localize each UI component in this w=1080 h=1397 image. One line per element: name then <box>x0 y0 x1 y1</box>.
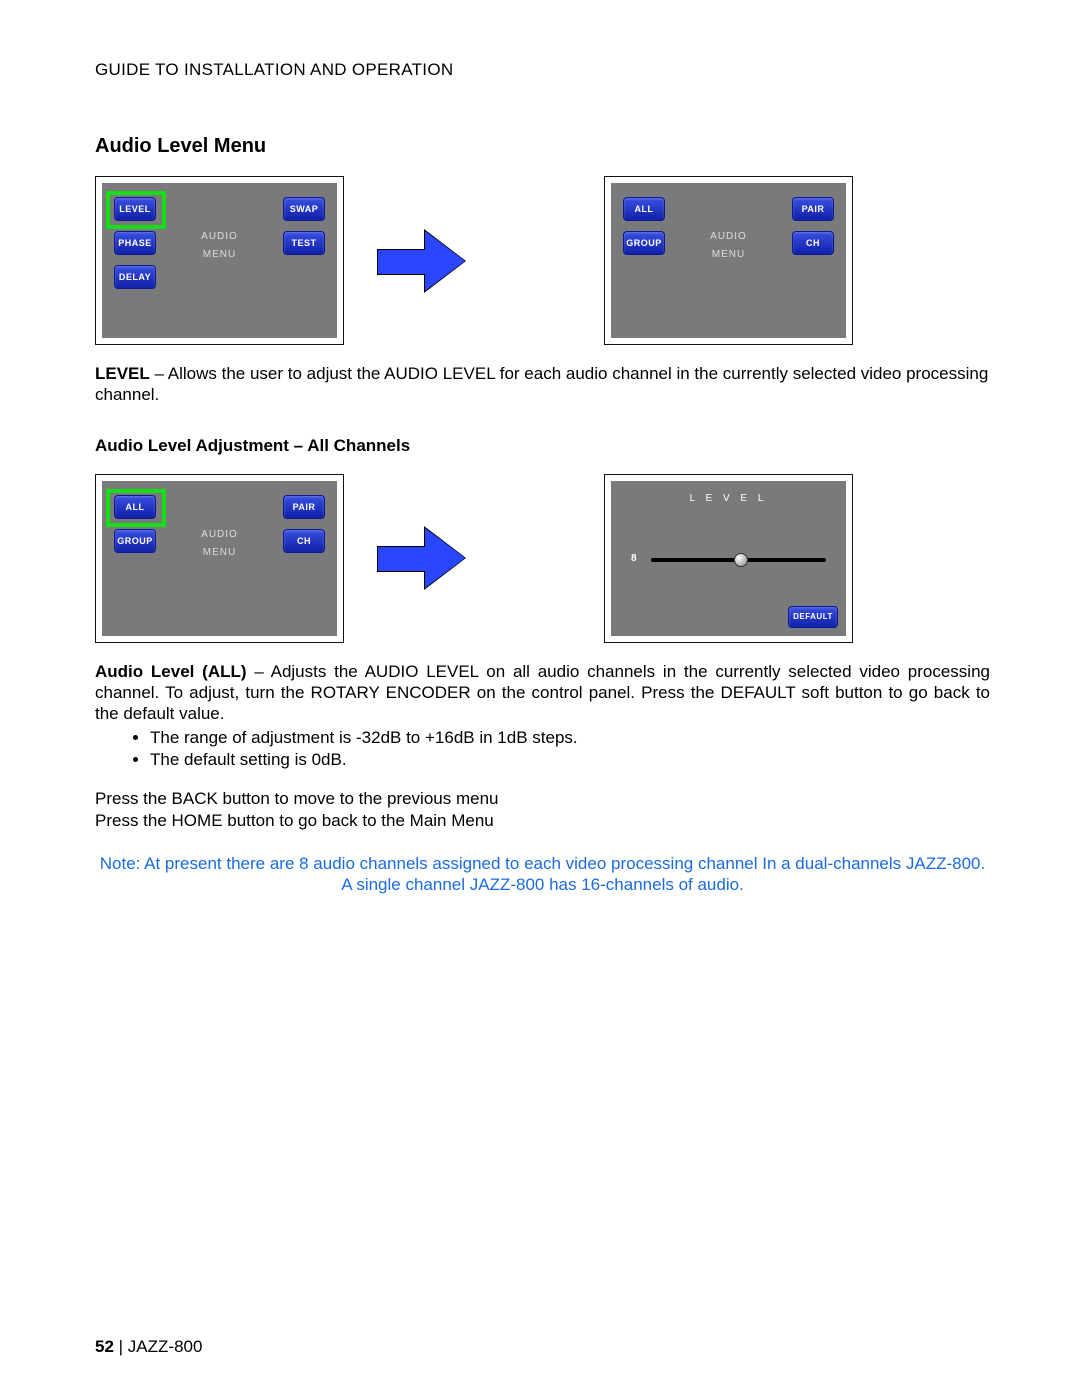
default-button[interactable]: DEFAULT <box>788 606 838 628</box>
menu-label-line1b: AUDIO <box>611 231 846 242</box>
arrow-right-1 <box>344 231 499 291</box>
menu-label-line2: MENU <box>102 249 337 260</box>
audio-level-submenu-screen: ALL GROUP PAIR CH AUDIO MENU <box>102 481 337 636</box>
screen-frame-2-right: L E V E L 8 DEFAULT <box>604 474 853 643</box>
menu-label-line1: AUDIO <box>102 231 337 242</box>
para-home: Press the HOME button to go back to the … <box>95 810 990 831</box>
bullet-default: The default setting is 0dB. <box>150 750 990 770</box>
note-text: Note: At present there are 8 audio chann… <box>95 853 990 896</box>
level-button[interactable]: LEVEL <box>114 197 156 221</box>
para-back: Press the BACK button to move to the pre… <box>95 788 990 809</box>
slider-value: 8 <box>631 553 637 564</box>
bullets: The range of adjustment is -32dB to +16d… <box>150 728 990 770</box>
screen-frame-1-right: ALL GROUP PAIR CH AUDIO MENU <box>604 176 853 345</box>
slider-title: L E V E L <box>611 493 846 504</box>
section-title: Audio Level Menu <box>95 135 990 158</box>
page-footer: 52 | JAZZ-800 <box>95 1337 202 1357</box>
screen-frame-1-left: LEVEL PHASE DELAY SWAP TEST AUDIO MENU <box>95 176 344 345</box>
para-level: LEVEL – Allows the user to adjust the AU… <box>95 363 990 406</box>
all-button[interactable]: ALL <box>623 197 665 221</box>
pair-button[interactable]: PAIR <box>792 197 834 221</box>
menu-label-line1c: AUDIO <box>102 529 337 540</box>
menu-label-line2b: MENU <box>611 249 846 260</box>
swap-button[interactable]: SWAP <box>283 197 325 221</box>
audio-menu-screen-source: LEVEL PHASE DELAY SWAP TEST AUDIO MENU <box>102 183 337 338</box>
all-button-2[interactable]: ALL <box>114 495 156 519</box>
level-slider-screen: L E V E L 8 DEFAULT <box>611 481 846 636</box>
audio-menu-screen-target: ALL GROUP PAIR CH AUDIO MENU <box>611 183 846 338</box>
pair-button-2[interactable]: PAIR <box>283 495 325 519</box>
menu-label-line2c: MENU <box>102 547 337 558</box>
sub-title: Audio Level Adjustment – All Channels <box>95 436 990 456</box>
bullet-range: The range of adjustment is -32dB to +16d… <box>150 728 990 748</box>
screen-frame-2-left: ALL GROUP PAIR CH AUDIO MENU <box>95 474 344 643</box>
para-audio-level-all: Audio Level (ALL) – Adjusts the AUDIO LE… <box>95 661 990 725</box>
delay-button[interactable]: DELAY <box>114 265 156 289</box>
arrow-right-2 <box>344 528 499 588</box>
level-slider-knob[interactable] <box>734 553 748 567</box>
doc-header: GUIDE TO INSTALLATION AND OPERATION <box>95 60 990 80</box>
